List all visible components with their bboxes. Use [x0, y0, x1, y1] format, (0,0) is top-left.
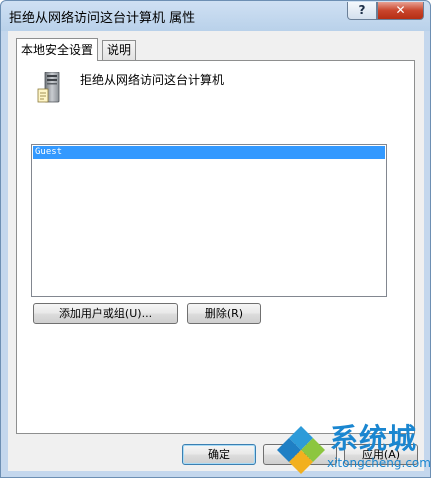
watermark: 系统城 xitongcheng.com — [275, 418, 431, 478]
list-item[interactable]: Guest — [33, 146, 385, 159]
server-computer-icon — [37, 72, 60, 103]
add-user-or-group-button[interactable]: 添加用户或组(U)... — [33, 303, 178, 324]
policy-title: 拒绝从网络访问这台计算机 — [80, 73, 225, 87]
title-bar[interactable]: 拒绝从网络访问这台计算机 属性 ? ✕ — [1, 1, 430, 31]
tab-local-security-setting[interactable]: 本地安全设置 — [16, 38, 99, 61]
help-button[interactable]: ? — [347, 2, 377, 20]
close-button[interactable]: ✕ — [377, 2, 424, 20]
watermark-url: xitongcheng.com — [327, 456, 431, 470]
user-group-listbox[interactable]: Guest — [31, 144, 387, 297]
ok-button[interactable]: 确定 — [182, 444, 256, 465]
tab-explain[interactable]: 说明 — [102, 40, 137, 60]
tab-panel: 拒绝从网络访问这台计算机 Guest 添加用户或组(U)... 删除(R) — [16, 60, 415, 434]
diamond-logo-icon — [277, 426, 325, 474]
properties-dialog: 拒绝从网络访问这台计算机 属性 ? ✕ 本地安全设置 说明 拒绝从网络访问这台计… — [0, 0, 431, 478]
watermark-title: 系统城 — [330, 422, 418, 455]
remove-button[interactable]: 删除(R) — [187, 303, 261, 324]
dialog-client-area: 本地安全设置 说明 拒绝从网络访问这台计算机 Guest 添加用户或组(U)..… — [8, 31, 424, 471]
window-title: 拒绝从网络访问这台计算机 属性 — [9, 11, 196, 26]
